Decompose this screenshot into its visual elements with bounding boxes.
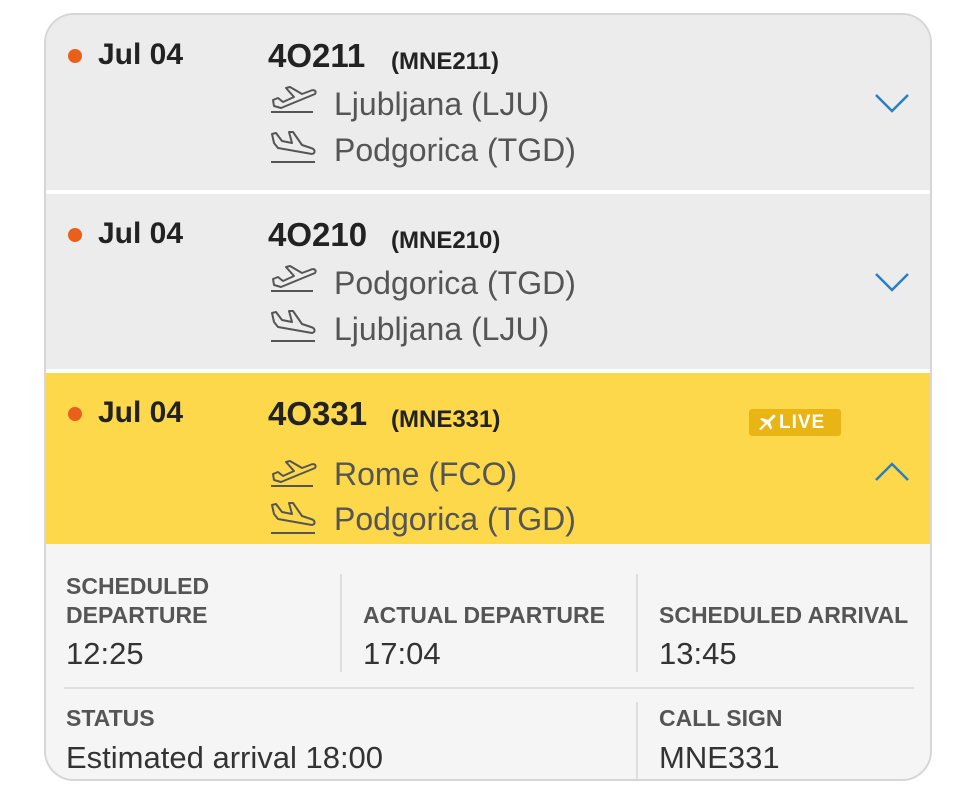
flight-number: 4O211: [268, 37, 366, 74]
flight-callsign: (MNE211): [391, 48, 500, 75]
chevron-up-icon[interactable]: [874, 461, 910, 483]
live-label: LIVE: [779, 412, 826, 433]
flight-row[interactable]: Jul 04 4O210 (MNE210) Podgorica (TGD) Lj…: [46, 194, 930, 369]
flight-details-panel: SCHEDULED DEPARTURE 12:25 ACTUAL DEPARTU…: [46, 544, 930, 779]
origin-airport: Rome (FCO): [334, 456, 518, 492]
status-dot: [68, 49, 82, 63]
destination-airport: Podgorica (TGD): [334, 501, 576, 537]
destination-airport: Ljubljana (LJU): [334, 311, 550, 347]
scheduled-departure-value: 12:25: [66, 636, 144, 671]
chevron-down-icon[interactable]: [874, 92, 910, 114]
scheduled-departure-label-line1: SCHEDULED: [66, 573, 210, 599]
plane-landing-icon: [271, 131, 316, 163]
scheduled-departure-label-line2: DEPARTURE: [66, 602, 208, 628]
flight-date: Jul 04: [98, 396, 184, 429]
scheduled-arrival-label: SCHEDULED ARRIVAL: [659, 602, 909, 628]
column-divider: [636, 702, 638, 779]
call-sign-label: CALL SIGN: [659, 705, 783, 731]
actual-departure-label: ACTUAL DEPARTURE: [363, 602, 605, 628]
origin-airport: Ljubljana (LJU): [334, 86, 550, 122]
flight-date: Jul 04: [98, 217, 184, 250]
flight-row[interactable]: Jul 04 4O211 (MNE211) Ljubljana (LJU) Po…: [46, 15, 930, 190]
destination-airport: Podgorica (TGD): [334, 132, 576, 168]
plane-icon: [759, 414, 776, 430]
live-badge: LIVE: [749, 409, 841, 436]
flight-number: 4O210: [268, 216, 368, 253]
column-divider: [340, 574, 342, 672]
flight-callsign: (MNE210): [391, 227, 501, 254]
scheduled-arrival-value: 13:45: [659, 636, 737, 671]
column-divider: [636, 574, 638, 672]
flight-number: 4O331: [268, 395, 368, 432]
plane-takeoff-icon: [271, 265, 317, 292]
flight-history-card: Jul 04 4O211 (MNE211) Ljubljana (LJU) Po…: [44, 13, 932, 781]
call-sign-value: MNE331: [659, 740, 780, 775]
actual-departure-value: 17:04: [363, 636, 441, 671]
status-value: Estimated arrival 18:00: [66, 740, 384, 775]
status-label: STATUS: [66, 705, 155, 731]
flight-date: Jul 04: [98, 38, 184, 71]
status-dot: [68, 228, 82, 242]
scheduled-departure-label: SCHEDULED DEPARTURE: [66, 572, 209, 630]
chevron-down-icon[interactable]: [874, 271, 910, 293]
section-divider: [64, 687, 914, 689]
plane-landing-icon: [271, 310, 316, 342]
plane-takeoff-icon: [271, 86, 317, 113]
status-dot: [68, 407, 82, 421]
plane-takeoff-icon: [271, 460, 317, 487]
origin-airport: Podgorica (TGD): [334, 265, 576, 301]
flight-row-expanded[interactable]: Jul 04 4O331 (MNE331) LIVE Rome (FCO) Po…: [46, 373, 930, 544]
flight-callsign: (MNE331): [391, 406, 501, 433]
plane-landing-icon: [271, 502, 316, 534]
